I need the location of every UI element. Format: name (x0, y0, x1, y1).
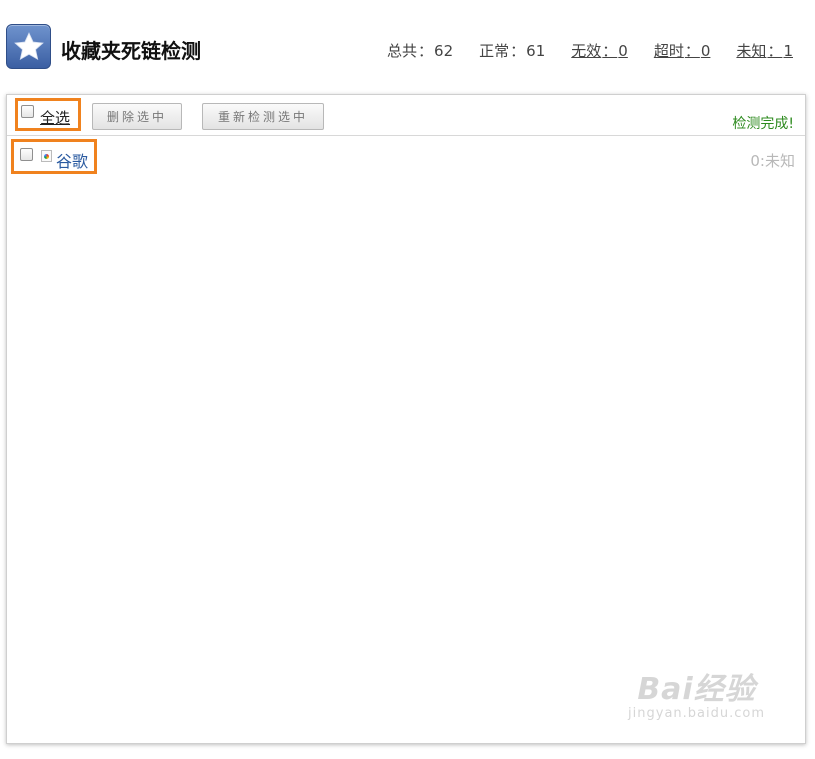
delete-selected-button[interactable]: 删除选中 (92, 103, 182, 130)
stats-bar: 总共：62 正常：61 无效：0 超时：0 未知：1 (361, 40, 793, 61)
stat-total: 总共：62 (387, 42, 454, 60)
select-all-checkbox[interactable] (21, 105, 34, 118)
stat-total-value: 62 (434, 42, 454, 60)
star-icon (6, 24, 51, 69)
stat-unknown-value: 1 (783, 42, 793, 60)
watermark: Bai经验 jingyan.baidu.com (628, 664, 765, 721)
app-title: 收藏夹死链检测 (61, 39, 201, 63)
stat-invalid-value: 0 (618, 42, 628, 60)
stat-unknown-label: 未知 (736, 42, 767, 60)
list-item-link[interactable]: 谷歌 (56, 148, 88, 172)
stat-invalid-label: 无效 (571, 42, 602, 60)
header: 收藏夹死链检测 总共：62 正常：61 无效：0 超时：0 未知：1 (0, 0, 815, 92)
stat-normal: 正常：61 (479, 42, 546, 60)
google-favicon-icon (41, 150, 52, 162)
stat-normal-label: 正常 (479, 42, 510, 60)
page: 收藏夹死链检测 总共：62 正常：61 无效：0 超时：0 未知：1 全选 删除… (0, 0, 815, 759)
toolbar: 全选 删除选中 重新检测选中 检测完成! (7, 95, 805, 136)
stat-normal-value: 61 (526, 42, 546, 60)
list-item: 谷歌 0:未知 (11, 139, 795, 174)
stat-timeout-label: 超时 (653, 42, 684, 60)
recheck-selected-button[interactable]: 重新检测选中 (202, 103, 324, 130)
list-item-checkbox[interactable] (20, 148, 33, 161)
watermark-logo: Bai经验 (637, 672, 756, 707)
check-status-text: 检测完成! (732, 116, 794, 132)
select-all-control[interactable]: 全选 (15, 98, 81, 131)
watermark-url: jingyan.baidu.com (628, 706, 765, 721)
stat-total-label: 总共 (387, 42, 418, 60)
select-all-label[interactable]: 全选 (40, 107, 70, 128)
stat-unknown-link[interactable]: 未知：1 (736, 40, 793, 61)
list-item-status: 0:未知 (750, 152, 795, 170)
stat-timeout-value: 0 (700, 42, 711, 60)
stat-timeout-link[interactable]: 超时：0 (654, 40, 711, 61)
stat-invalid-link[interactable]: 无效：0 (571, 40, 628, 61)
bookmark-panel: 全选 删除选中 重新检测选中 检测完成! 谷歌 0:未知 Bai经验 jingy… (6, 94, 806, 744)
